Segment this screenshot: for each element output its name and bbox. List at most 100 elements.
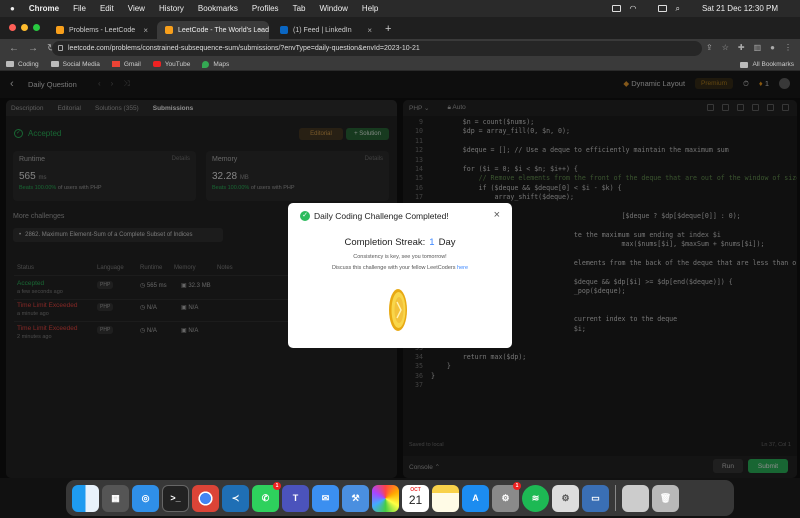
sidepanel-icon[interactable]: ▥	[754, 43, 762, 52]
tab-strip: Problems - LeetCode × LeetCode - The Wor…	[0, 17, 800, 39]
zoom-window-button[interactable]	[33, 24, 40, 31]
streak-label: Completion Streak:	[344, 237, 426, 248]
menubar-status: ◠ ⌕ Sat 21 Dec 12:30 PM	[612, 0, 792, 17]
modal-title: Daily Coding Challenge Completed!	[314, 211, 449, 221]
bookmark-youtube[interactable]: YouTube	[152, 61, 190, 68]
streak-unit: Day	[438, 237, 456, 248]
bookmark-social-media[interactable]: Social Media	[50, 60, 100, 68]
lock-icon[interactable]	[58, 45, 63, 51]
menu-history[interactable]: History	[159, 4, 184, 13]
linkedin-favicon-icon	[280, 26, 288, 34]
close-tab-icon[interactable]: ×	[258, 26, 263, 35]
menu-tab[interactable]: Tab	[293, 4, 306, 13]
discuss-text: Discuss this challenge with your fellow …	[331, 265, 456, 271]
menu-app-name[interactable]: Chrome	[29, 4, 59, 13]
xcode-icon[interactable]: ⚒	[342, 484, 369, 512]
daily-challenge-modal: ✓ Daily Coding Challenge Completed! × Co…	[288, 203, 512, 348]
chrome-icon[interactable]	[192, 484, 219, 512]
bookmark-coding[interactable]: Coding	[6, 61, 39, 68]
mac-menubar: ● Chrome File Edit View History Bookmark…	[0, 0, 800, 17]
menu-help[interactable]: Help	[362, 4, 378, 13]
leetcode-favicon-icon	[165, 26, 173, 34]
preview-icon[interactable]: ▭	[582, 484, 609, 512]
menu-file[interactable]: File	[73, 4, 86, 13]
coin-icon	[389, 289, 407, 331]
mac-dock: ▦ ◎ >_ ≺ ✆ 1 T ✉ ⚒ OCT 21 A ⚙ 1 ≋ ⚙ ▭ 🗑︎	[66, 480, 734, 516]
menu-view[interactable]: View	[128, 4, 145, 13]
mail-icon[interactable]: ✉	[312, 484, 339, 512]
profile-avatar[interactable]: ●	[770, 43, 775, 52]
calendar-icon[interactable]: OCT 21	[402, 484, 429, 512]
forward-icon[interactable]: →	[28, 43, 38, 54]
screen: { "menubar": { "app": "Chrome", "items":…	[0, 0, 800, 518]
youtube-icon	[152, 61, 161, 67]
notification-badge: 1	[513, 481, 521, 490]
folder-icon	[740, 61, 749, 68]
modal-discuss: Discuss this challenge with your fellow …	[288, 265, 512, 271]
gmail-icon	[111, 61, 120, 67]
safari-icon[interactable]: ◎	[132, 484, 159, 512]
tab-title: (1) Feed | LinkedIn	[293, 26, 352, 34]
menu-bookmarks[interactable]: Bookmarks	[198, 4, 238, 13]
control-center-icon[interactable]	[658, 5, 668, 12]
streak-value: 1	[429, 237, 435, 248]
dock-separator	[615, 485, 616, 511]
bookmark-maps[interactable]: Maps	[202, 60, 230, 68]
all-bookmarks[interactable]: All Bookmarks	[740, 58, 794, 71]
teams-icon[interactable]: T	[282, 484, 309, 512]
tab-problems[interactable]: Problems - LeetCode ×	[48, 21, 154, 39]
search-icon[interactable]: ⌕	[675, 4, 679, 14]
folder-icon	[50, 61, 59, 67]
modal-message: Consistency is key, see you tomorrow!	[353, 254, 447, 260]
close-window-button[interactable]	[9, 24, 16, 31]
terminal-icon[interactable]: >_	[162, 484, 189, 512]
menu-profiles[interactable]: Profiles	[252, 4, 279, 13]
toolbar-actions: ⇪ ☆ ✚ ▥ ● ⋮	[706, 43, 792, 52]
battery-icon[interactable]	[612, 5, 622, 12]
maps-icon	[202, 60, 210, 68]
calendar-day: 21	[408, 492, 423, 507]
bookmark-label: Maps	[213, 60, 230, 68]
chrome-menu-icon[interactable]: ⋮	[784, 43, 792, 52]
completion-streak: Completion Streak: 1 Day	[288, 237, 512, 248]
tab-linkedin[interactable]: (1) Feed | LinkedIn ×	[272, 21, 378, 39]
bookmark-gmail[interactable]: Gmail	[111, 61, 141, 68]
whatsapp-icon[interactable]: ✆ 1	[252, 481, 281, 512]
menu-edit[interactable]: Edit	[100, 4, 114, 13]
extensions-icon[interactable]: ✚	[738, 43, 745, 52]
bookmark-label: Coding	[18, 60, 39, 68]
close-icon[interactable]: ×	[494, 209, 500, 221]
toolbar: ← → ↻ leetcode.com/problems/constrained-…	[0, 39, 800, 58]
bookmark-star-icon[interactable]: ☆	[722, 43, 729, 52]
spotify-icon[interactable]: ≋	[522, 484, 549, 512]
close-tab-icon[interactable]: ×	[143, 26, 148, 35]
launchpad-icon[interactable]: ▦	[102, 484, 129, 512]
share-icon[interactable]: ⇪	[706, 43, 713, 52]
menubar-clock[interactable]: Sat 21 Dec 12:30 PM	[702, 4, 778, 13]
bookmark-label: Social Media	[62, 60, 100, 68]
new-tab-button[interactable]: +	[385, 23, 391, 35]
bookmarks-bar: Coding Social Media Gmail YouTube Maps A…	[0, 58, 800, 71]
appstore-icon[interactable]: A	[462, 484, 489, 512]
tab-leetcode-active[interactable]: LeetCode - The World's Lead ×	[157, 21, 269, 39]
check-circle-icon: ✓	[300, 211, 310, 221]
finder-icon[interactable]	[72, 484, 99, 512]
downloads-stack-icon[interactable]	[622, 484, 649, 512]
discuss-link[interactable]: here	[457, 265, 468, 271]
apple-icon[interactable]: ●	[10, 4, 15, 13]
leetcode-favicon-icon	[56, 26, 64, 34]
menu-window[interactable]: Window	[319, 4, 347, 13]
photos-icon[interactable]	[372, 484, 399, 512]
all-bookmarks-label: All Bookmarks	[752, 61, 794, 68]
address-bar[interactable]: leetcode.com/problems/constrained-subseq…	[52, 41, 702, 56]
vscode-icon[interactable]: ≺	[222, 484, 249, 512]
notification-badge: 1	[273, 481, 281, 490]
minimize-window-button[interactable]	[21, 24, 28, 31]
system-tool-icon[interactable]: ⚙	[552, 484, 579, 512]
close-tab-icon[interactable]: ×	[367, 26, 372, 35]
trash-icon[interactable]: 🗑︎	[652, 484, 679, 512]
wifi-icon[interactable]: ◠	[629, 4, 636, 13]
back-icon[interactable]: ←	[9, 43, 19, 54]
settings-icon[interactable]: ⚙ 1	[492, 481, 521, 512]
notes-icon[interactable]	[432, 484, 459, 512]
